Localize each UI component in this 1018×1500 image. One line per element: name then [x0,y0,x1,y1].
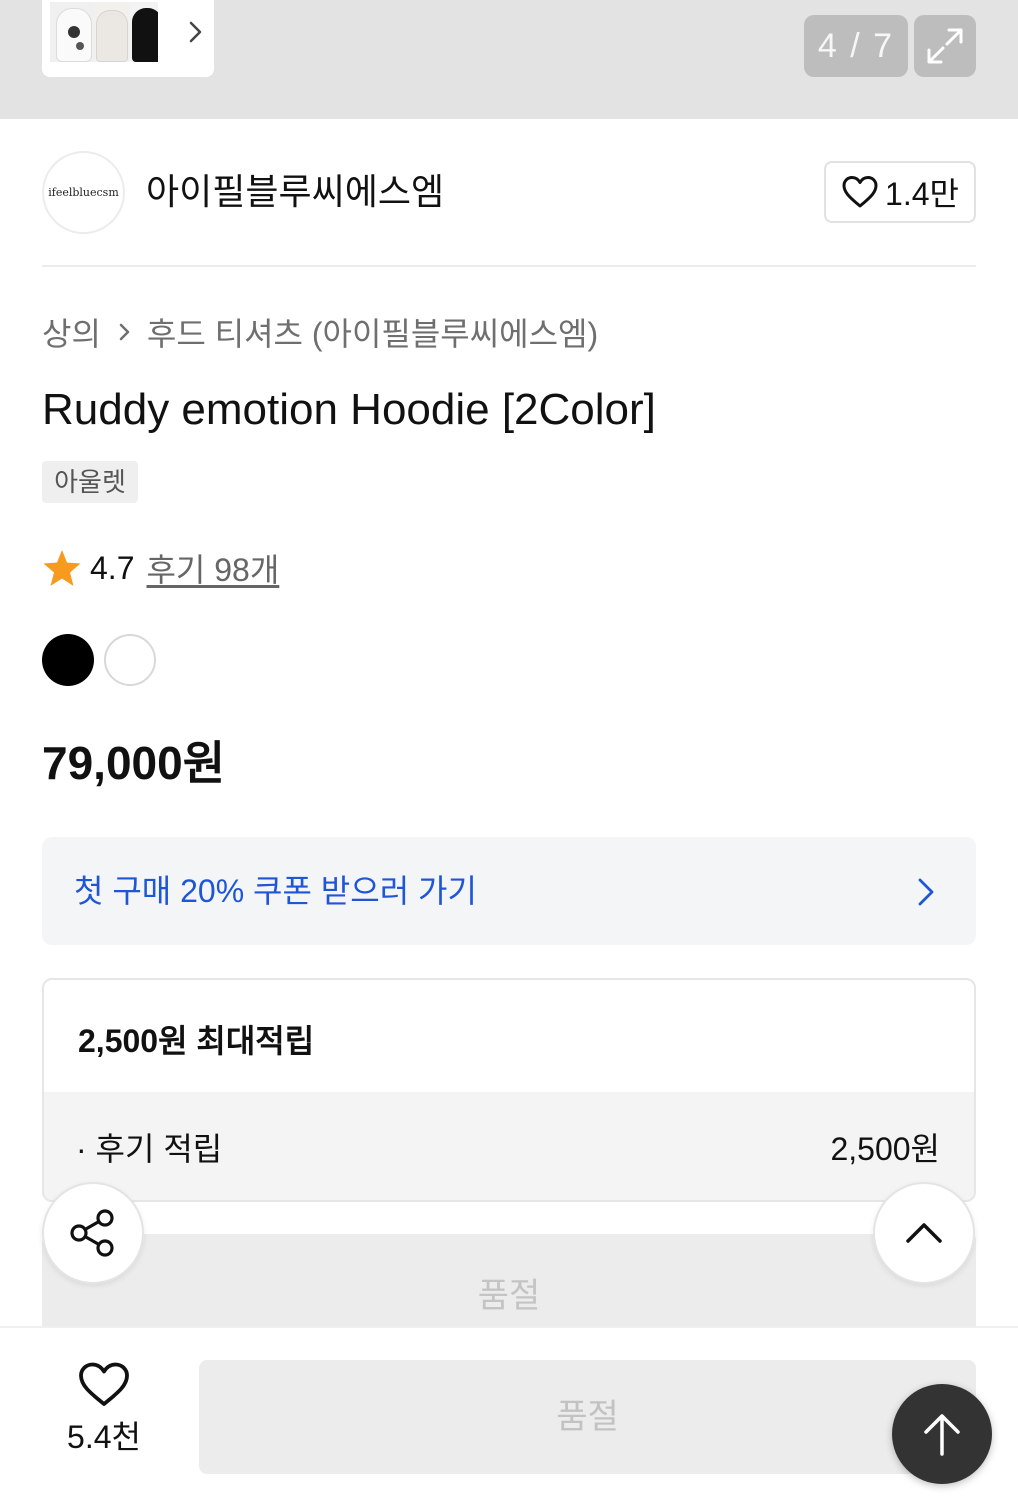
star-icon [43,550,81,586]
thumbnail-image[interactable] [130,2,158,62]
thumbnail-image[interactable] [50,2,94,62]
product-title: Ruddy emotion Hoodie [2Color] [42,385,656,434]
image-counter: 4 / 7 [804,15,908,77]
review-link[interactable]: 후기 98개 [146,545,279,591]
heart-icon [79,1362,129,1406]
brand-logo-text: ifeelbluecsm [48,186,119,199]
thumbnail-image[interactable] [94,2,130,62]
color-swatch-white[interactable] [104,634,156,686]
soldout-strip: 품절 [42,1234,976,1326]
outlet-tag: 아울렛 [42,461,138,503]
coupon-banner[interactable]: 첫 구매 20% 쿠폰 받으러 가기 [42,837,976,945]
chevron-up-icon [906,1223,942,1243]
wishlist-count: 5.4천 [67,1419,141,1455]
wishlist-button[interactable]: 5.4천 [52,1362,156,1472]
bottom-action-bar: 5.4천 품절 [0,1326,1018,1500]
chevron-right-icon [119,323,130,341]
breadcrumb-category[interactable]: 상의 [42,309,101,355]
soldout-strip-label: 품절 [477,1277,541,1315]
chevron-right-icon [918,878,934,906]
breadcrumb-subcategory[interactable]: 후드 티셔츠 (아이필블루씨에스엠) [147,309,598,355]
share-button[interactable] [42,1182,144,1284]
points-box: 2,500원 최대적립 · 후기 적립 2,500원 [42,978,976,1202]
color-swatch-black[interactable] [42,634,94,686]
divider [42,265,976,267]
scroll-top-button[interactable] [892,1384,992,1484]
points-row-value: 2,500원 [830,1131,940,1167]
chevron-right-icon[interactable] [188,20,204,44]
arrow-up-icon [924,1414,960,1456]
points-row-label: · 후기 적립 [76,1131,223,1167]
points-row: · 후기 적립 2,500원 [44,1092,974,1200]
brand-like-button[interactable]: 1.4만 [824,161,976,223]
brand-logo[interactable]: ifeelbluecsm [42,151,125,234]
share-icon [70,1209,114,1257]
expand-button[interactable] [914,15,976,77]
breadcrumb: 상의 후드 티셔츠 (아이필블루씨에스엠) [42,310,598,354]
image-gallery-bar: 4 / 7 [0,0,1018,119]
heart-icon [842,176,878,208]
rating-value: 4.7 [90,549,135,586]
expand-icon [927,28,963,64]
thumbnail-strip[interactable] [42,0,214,77]
brand-like-count: 1.4만 [885,176,959,212]
soldout-button[interactable]: 품절 [199,1360,976,1474]
brand-name[interactable]: 아이필블루씨에스엠 [146,170,444,214]
points-title: 2,500원 최대적립 [78,1023,315,1059]
rating-row: 4.7 후기 98개 [42,546,279,590]
coupon-text: 첫 구매 20% 쿠폰 받으러 가기 [74,873,477,909]
collapse-button[interactable] [873,1182,975,1284]
product-price: 79,000원 [42,737,226,789]
